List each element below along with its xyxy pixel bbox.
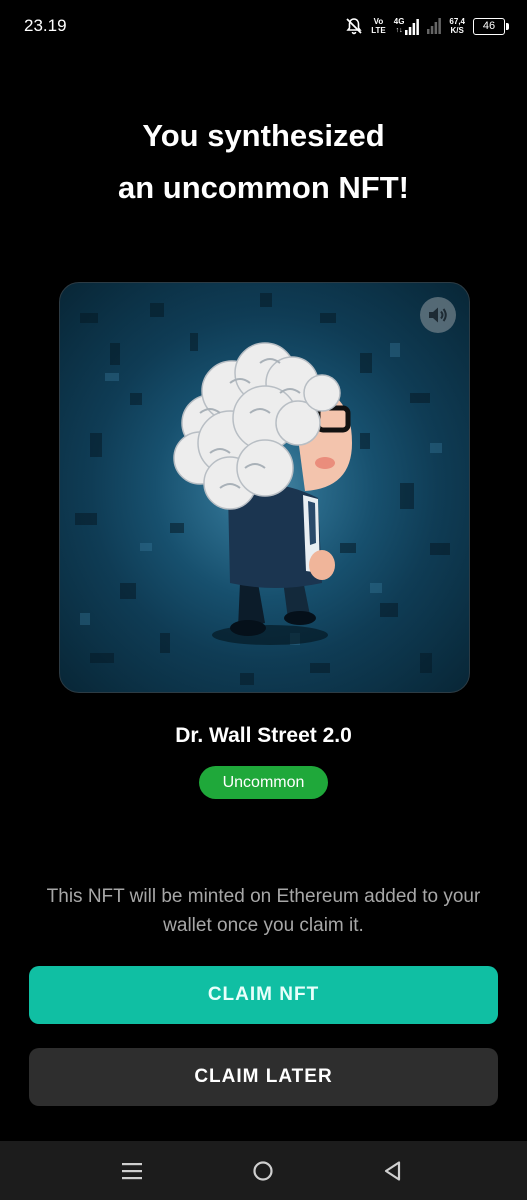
recents-button[interactable] <box>116 1155 148 1187</box>
rarity-badge: Uncommon <box>199 766 328 799</box>
volte-top: Vo <box>373 17 384 26</box>
nft-name: Dr. Wall Street 2.0 <box>175 724 352 747</box>
title-line-2: an uncommon NFT! <box>117 170 410 205</box>
nft-background-pattern <box>75 293 450 685</box>
speaker-icon <box>429 307 447 323</box>
menu-lines-icon <box>122 1163 142 1180</box>
battery-icon: 46 <box>473 17 509 35</box>
mute-notifications-icon <box>345 17 363 35</box>
signal-weak-icon <box>427 18 442 34</box>
back-button[interactable] <box>377 1155 409 1187</box>
title-line-1: You synthesized <box>142 118 385 153</box>
nft-artwork[interactable] <box>59 282 470 693</box>
home-button[interactable] <box>247 1155 279 1187</box>
speed-value: 67,4 <box>449 17 465 26</box>
status-bar: 23.19 Vo LTE 4G ↑↓ 67,4 K/S 46 <box>0 0 527 52</box>
status-icons: Vo LTE 4G ↑↓ 67,4 K/S 46 <box>345 14 509 38</box>
volte-bottom: LTE <box>371 26 386 35</box>
signal-4g-icon: 4G ↑↓ <box>394 17 420 35</box>
signal-label: 4G <box>393 17 405 26</box>
mint-info-text: This NFT will be minted on Ethereum adde… <box>46 886 481 936</box>
back-triangle-icon <box>384 1161 401 1181</box>
page-title: You synthesized an uncommon NFT! <box>0 110 527 214</box>
speed-unit: K/S <box>450 26 464 35</box>
sound-toggle-button[interactable] <box>420 297 456 333</box>
claim-later-button[interactable]: CLAIM LATER <box>29 1048 498 1106</box>
volte-indicator: Vo LTE <box>371 17 386 35</box>
data-speed: 67,4 K/S <box>449 17 465 35</box>
status-time: 23.19 <box>24 16 67 35</box>
nft-character <box>173 342 352 645</box>
home-circle-icon <box>253 1161 273 1181</box>
navigation-bar <box>0 1141 527 1200</box>
claim-nft-button[interactable]: CLAIM NFT <box>29 966 498 1024</box>
